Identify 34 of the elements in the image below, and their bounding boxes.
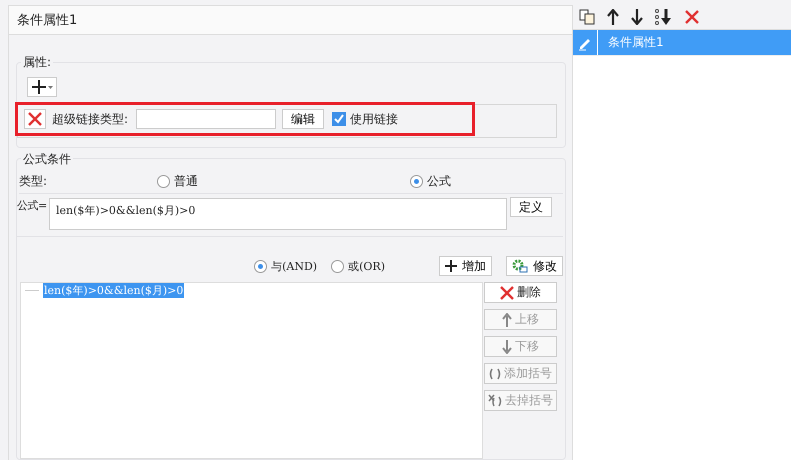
type-label: 类型:: [19, 172, 48, 190]
define-button[interactable]: 定义: [510, 197, 552, 217]
side-button[interactable]: 删除: [484, 282, 557, 303]
type-radio[interactable]: 普通: [157, 172, 198, 190]
add-dropdown-button[interactable]: [27, 77, 57, 97]
down-arrow-icon: [502, 340, 512, 354]
up-arrow-icon[interactable]: [607, 9, 619, 25]
dialog-title: 条件属性1: [17, 12, 78, 29]
remove-button[interactable]: [24, 109, 46, 129]
checkmark-icon: [334, 114, 344, 124]
copy-icon[interactable]: [579, 9, 595, 25]
up-arrow-icon: [502, 312, 512, 326]
close-icon: [28, 112, 42, 126]
close-icon: [500, 286, 514, 300]
close-icon[interactable]: [685, 10, 699, 24]
edit-button[interactable]: 编辑: [282, 109, 324, 129]
group-legend: 公式条件: [21, 151, 73, 168]
type-radio[interactable]: 公式: [410, 172, 451, 190]
field-label: 超级链接类型:: [52, 110, 128, 128]
use-link-checkbox[interactable]: 使用链接: [332, 110, 398, 128]
logic-radio[interactable]: 或(OR): [331, 258, 385, 274]
group-legend: 属性:: [21, 54, 54, 71]
plus-icon: [445, 260, 457, 272]
move-bottom-icon[interactable]: [655, 9, 673, 25]
plus-icon: [31, 80, 53, 94]
formula-field[interactable]: len($年)>0&&len($月)>0: [49, 198, 507, 230]
brackets-remove-icon: [488, 394, 502, 407]
modify-button[interactable]: 修改: [506, 256, 563, 276]
formula-label: 公式=: [17, 198, 48, 213]
add-button[interactable]: 增加: [439, 256, 492, 276]
down-arrow-icon[interactable]: [631, 9, 643, 25]
logic-radio[interactable]: 与(AND): [254, 258, 318, 274]
input-field[interactable]: [136, 109, 276, 129]
brackets-icon: [489, 368, 501, 380]
